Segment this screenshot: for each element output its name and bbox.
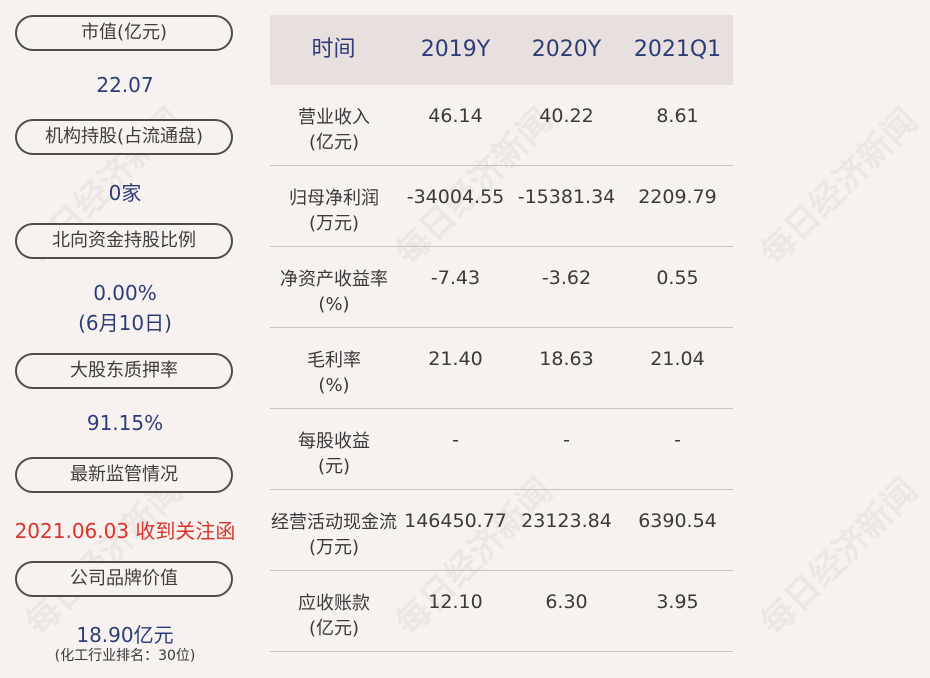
row-label-text: 营业收入	[298, 107, 370, 128]
brand-value-label: 公司品牌价值	[15, 561, 233, 597]
table-row: 应收账款 (亿元) 12.10 6.30 3.95	[270, 571, 733, 652]
row-unit: (万元)	[308, 213, 360, 234]
row-unit: (%)	[318, 294, 350, 315]
northbound-ratio-date: (6月10日)	[78, 311, 172, 335]
table-cell: -34004.55	[406, 186, 505, 208]
header-2020y: 2020Y	[531, 37, 602, 62]
table-cell: -	[452, 429, 459, 451]
table-row: 毛利率 (%) 21.40 18.63 21.04	[270, 328, 733, 409]
row-label: 应收账款 (亿元)	[270, 591, 398, 641]
row-unit: (亿元)	[308, 618, 360, 639]
row-label-text: 毛利率	[307, 350, 361, 371]
header-2019y: 2019Y	[420, 37, 491, 62]
row-label: 毛利率 (%)	[270, 348, 398, 398]
brand-rank-note: (化工行业排名：30位)	[54, 648, 196, 664]
institutional-holding-label: 机构持股(占流通盘)	[15, 119, 233, 155]
table-cell: -3.62	[541, 267, 592, 289]
pledge-rate-label: 大股东质押率	[15, 353, 233, 389]
watermark: 每日经济新闻	[753, 100, 926, 274]
row-label-text: 净资产收益率	[280, 269, 388, 290]
table-cell: 23123.84	[521, 510, 612, 532]
table-cell: -15381.34	[517, 186, 616, 208]
financial-table: 时间 2019Y 2020Y 2021Q1 营业收入 (亿元) 46.14 40.…	[270, 15, 733, 652]
row-unit: (元)	[317, 456, 351, 477]
table-cell: 21.40	[428, 348, 483, 370]
row-label: 净资产收益率 (%)	[270, 267, 398, 317]
row-label-text: 归母净利润	[289, 188, 379, 209]
pledge-rate-value: 91.15%	[86, 411, 164, 435]
northbound-ratio-value: 0.00%	[93, 281, 157, 305]
table-row: 营业收入 (亿元) 46.14 40.22 8.61	[270, 85, 733, 166]
header-2021q1: 2021Q1	[633, 37, 722, 62]
table-cell: -7.43	[430, 267, 481, 289]
row-label: 归母净利润 (万元)	[270, 186, 398, 236]
row-label: 经营活动现金流 (万元)	[270, 510, 398, 560]
row-label: 营业收入 (亿元)	[270, 105, 398, 155]
table-cell: 3.95	[656, 591, 699, 613]
row-unit: (%)	[318, 375, 350, 396]
northbound-ratio-label: 北向资金持股比例	[15, 223, 233, 259]
row-unit: (万元)	[308, 537, 360, 558]
institutional-holding-value: 0家	[108, 181, 142, 205]
regulatory-status-value: 2021.06.03 收到关注函	[14, 519, 236, 543]
table-cell: 46.14	[428, 105, 483, 127]
watermark: 每日经济新闻	[753, 470, 926, 644]
table-cell: 18.63	[539, 348, 594, 370]
table-cell: 8.61	[656, 105, 699, 127]
market-cap-value: 22.07	[96, 73, 154, 97]
row-label-text: 经营活动现金流	[271, 512, 397, 533]
table-cell: -	[674, 429, 681, 451]
table-cell: 6390.54	[638, 510, 717, 532]
table-cell: -	[563, 429, 570, 451]
stock-info-panel: 市值(亿元) 22.07 机构持股(占流通盘) 0家 北向资金持股比例 0.00…	[0, 0, 250, 678]
row-unit: (亿元)	[308, 132, 360, 153]
table-cell: 40.22	[539, 105, 594, 127]
brand-value-value: 18.90亿元	[76, 623, 174, 647]
row-label-text: 每股收益	[298, 431, 370, 452]
table-row: 净资产收益率 (%) -7.43 -3.62 0.55	[270, 247, 733, 328]
table-cell: 12.10	[428, 591, 483, 613]
table-header: 时间 2019Y 2020Y 2021Q1	[270, 15, 733, 85]
table-cell: 146450.77	[404, 510, 507, 532]
table-row: 每股收益 (元) - - -	[270, 409, 733, 490]
market-cap-label: 市值(亿元)	[15, 15, 233, 51]
table-cell: 0.55	[656, 267, 699, 289]
row-label-text: 应收账款	[298, 593, 370, 614]
table-cell: 6.30	[545, 591, 588, 613]
header-period: 时间	[311, 37, 356, 62]
table-cell: 21.04	[650, 348, 705, 370]
regulatory-status-label: 最新监管情况	[15, 457, 233, 493]
table-cell: 2209.79	[638, 186, 717, 208]
table-row: 归母净利润 (万元) -34004.55 -15381.34 2209.79	[270, 166, 733, 247]
table-row: 经营活动现金流 (万元) 146450.77 23123.84 6390.54	[270, 490, 733, 571]
row-label: 每股收益 (元)	[270, 429, 398, 479]
